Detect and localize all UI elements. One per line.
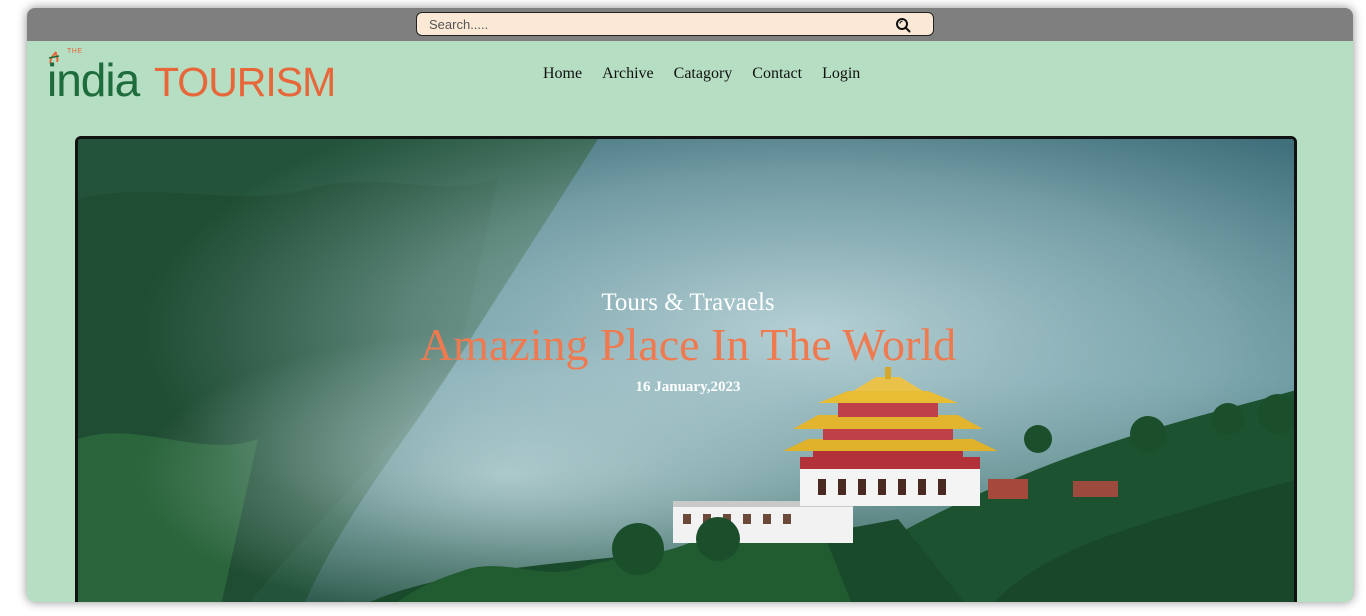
search-box[interactable] (416, 12, 934, 36)
hero-banner: Tours & Travaels Amazing Place In The Wo… (75, 136, 1297, 602)
site-logo[interactable]: THE india TOURISM (47, 48, 336, 108)
nav-home[interactable]: Home (543, 65, 582, 83)
hero-title: Amazing Place In The World (419, 319, 957, 370)
top-bar (27, 8, 1353, 41)
logo-tourism: TOURISM (154, 59, 336, 105)
nav-login[interactable]: Login (822, 65, 860, 83)
search-icon[interactable] (895, 17, 911, 33)
browser-window: THE india TOURISM Home Archive Catagory … (27, 8, 1353, 602)
nav-archive[interactable]: Archive (602, 65, 654, 83)
hero-date: 16 January,2023 (635, 379, 741, 395)
search-input[interactable] (429, 16, 869, 32)
nav-category[interactable]: Catagory (674, 65, 733, 83)
main-nav: Home Archive Catagory Contact Login (543, 65, 860, 83)
logo-india: india (47, 54, 140, 106)
nav-contact[interactable]: Contact (752, 65, 802, 83)
hero-text: Tours & Travaels Amazing Place In The Wo… (78, 289, 1294, 396)
hero-subtitle: Tours & Travaels (601, 289, 775, 316)
